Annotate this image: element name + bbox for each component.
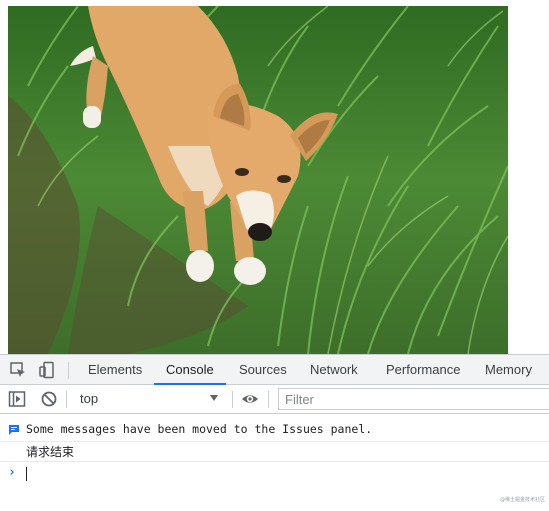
clear-console-icon[interactable]: [40, 390, 58, 408]
console-toolbar: top: [0, 385, 549, 414]
sidebar-toggle-icon[interactable]: [8, 390, 26, 408]
filter-input[interactable]: [278, 388, 549, 410]
device-toolbar-icon[interactable]: [38, 361, 56, 379]
tab-separator: [68, 362, 69, 379]
tab-performance[interactable]: Performance: [386, 355, 460, 385]
issues-message-text[interactable]: Some messages have been moved to the Iss…: [26, 422, 372, 436]
tab-console[interactable]: Console: [166, 355, 214, 385]
watermark: @稀土掘金技术社区: [500, 497, 546, 503]
tab-network[interactable]: Network: [310, 355, 358, 385]
toolbar-separator: [268, 391, 269, 408]
tab-sources[interactable]: Sources: [239, 355, 287, 385]
page-photo: [8, 6, 508, 354]
log-message-text: 请求结束: [26, 445, 75, 459]
issues-moved-message: Some messages have been moved to the Iss…: [0, 420, 549, 442]
devtools-panel: Elements Console Sources Network Perform…: [0, 354, 549, 511]
context-selector[interactable]: top: [72, 388, 226, 410]
chevron-down-icon[interactable]: [210, 395, 218, 401]
toolbar-separator: [66, 391, 67, 408]
inspect-element-icon[interactable]: [9, 361, 27, 379]
console-prompt[interactable]: ›: [0, 464, 549, 484]
toolbar-separator: [232, 391, 233, 408]
prompt-chevron-icon: ›: [8, 465, 16, 480]
tab-memory[interactable]: Memory: [485, 355, 532, 385]
dog-photo-illustration: [8, 6, 508, 354]
text-caret: [26, 467, 27, 481]
eye-icon[interactable]: [241, 390, 259, 408]
tab-elements[interactable]: Elements: [88, 355, 142, 385]
info-flag-icon: [8, 424, 20, 436]
console-log-entry: 请求结束: [0, 442, 549, 462]
devtools-tabbar: Elements Console Sources Network Perform…: [0, 354, 549, 385]
